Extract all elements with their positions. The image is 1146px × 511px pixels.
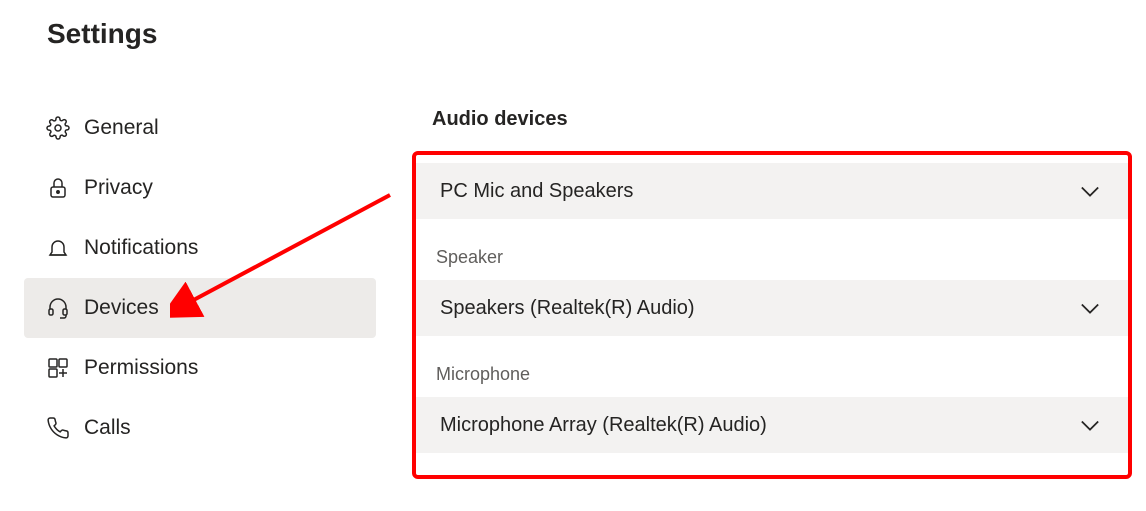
microphone-dropdown[interactable]: Microphone Array (Realtek(R) Audio) [416,397,1128,453]
audio-profile-dropdown[interactable]: PC Mic and Speakers [416,163,1128,219]
chevron-down-icon [1076,411,1104,439]
section-heading-audio-devices: Audio devices [432,108,1132,131]
phone-icon [46,416,70,440]
microphone-label: Microphone [436,364,1128,385]
dropdown-value: PC Mic and Speakers [440,180,633,203]
gear-icon [46,116,70,140]
settings-sidebar: General Privacy Notifications [24,98,376,458]
grid-icon [46,356,70,380]
headset-icon [46,296,70,320]
sidebar-item-label: Notifications [84,236,198,260]
sidebar-item-devices[interactable]: Devices [24,278,376,338]
audio-devices-annotation-box: PC Mic and Speakers Speaker Speakers (Re… [412,151,1132,479]
sidebar-item-label: General [84,116,159,140]
sidebar-item-calls[interactable]: Calls [24,398,376,458]
speaker-label: Speaker [436,247,1128,268]
chevron-down-icon [1076,294,1104,322]
sidebar-item-notifications[interactable]: Notifications [24,218,376,278]
dropdown-value: Microphone Array (Realtek(R) Audio) [440,414,767,437]
dropdown-value: Speakers (Realtek(R) Audio) [440,297,695,320]
sidebar-item-label: Devices [84,296,159,320]
chevron-down-icon [1076,177,1104,205]
sidebar-item-label: Permissions [84,356,198,380]
sidebar-item-label: Privacy [84,176,153,200]
speaker-dropdown[interactable]: Speakers (Realtek(R) Audio) [416,280,1128,336]
page-title: Settings [47,18,157,50]
sidebar-item-privacy[interactable]: Privacy [24,158,376,218]
lock-icon [46,176,70,200]
sidebar-item-general[interactable]: General [24,98,376,158]
sidebar-item-permissions[interactable]: Permissions [24,338,376,398]
bell-icon [46,236,70,260]
content-panel: Audio devices PC Mic and Speakers Speake… [412,108,1132,479]
sidebar-item-label: Calls [84,416,131,440]
